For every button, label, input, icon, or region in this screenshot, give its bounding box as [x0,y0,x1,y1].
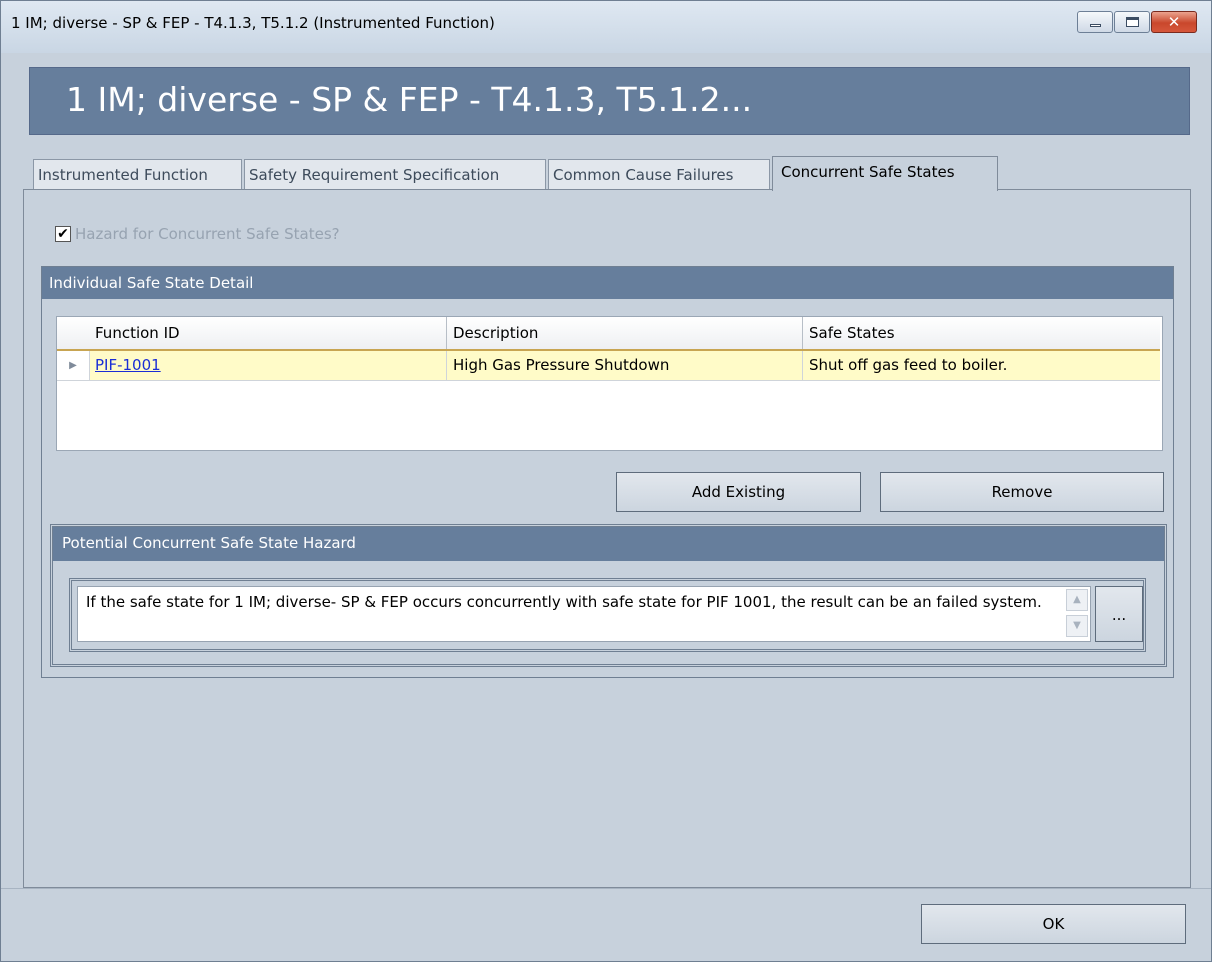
description-cell[interactable]: High Gas Pressure Shutdown [446,351,802,380]
close-button[interactable]: ✕ [1151,11,1197,33]
function-id-link[interactable]: PIF-1001 [95,356,161,374]
title-bar[interactable]: 1 IM; diverse - SP & FEP - T4.1.3, T5.1.… [1,1,1211,53]
tab-safety-requirement-specification[interactable]: Safety Requirement Specification [244,159,546,190]
tab-concurrent-safe-states[interactable]: Concurrent Safe States [772,156,998,191]
hazard-header: Potential Concurrent Safe State Hazard [53,527,1164,561]
minimize-button[interactable] [1077,11,1113,33]
close-icon: ✕ [1167,13,1181,31]
record-title: 1 IM; diverse - SP & FEP - T4.1.3, T5.1.… [66,80,753,119]
ok-button[interactable]: OK [921,904,1186,944]
hazard-text-frame: If the safe state for 1 IM; diverse- SP … [69,578,1146,652]
tab-common-cause-failures[interactable]: Common Cause Failures [548,159,770,190]
scroll-down-icon[interactable]: ▼ [1066,615,1088,637]
hazard-checkbox-label: Hazard for Concurrent Safe States? [75,225,340,243]
window-controls: ✕ [1076,11,1197,33]
safe-state-detail-header: Individual Safe State Detail [42,267,1173,299]
hazard-textarea[interactable]: If the safe state for 1 IM; diverse- SP … [77,586,1091,642]
tab-instrumented-function[interactable]: Instrumented Function [33,159,242,190]
safe-state-grid: Function ID Description Safe States ▶ PI… [56,316,1163,451]
column-description[interactable]: Description [446,317,802,349]
maximize-button[interactable] [1114,11,1150,33]
minimize-icon [1090,24,1101,27]
hazard-scrollbar[interactable]: ▲ ▼ [1066,589,1088,639]
safe-states-cell[interactable]: Shut off gas feed to boiler. [802,351,1160,380]
hazard-group: Potential Concurrent Safe State Hazard I… [50,524,1167,667]
window-title: 1 IM; diverse - SP & FEP - T4.1.3, T5.1.… [11,14,495,32]
grid-header: Function ID Description Safe States [57,317,1160,351]
hazard-checkbox[interactable]: ✔ [55,226,71,242]
row-indicator-icon: ▶ [57,351,90,380]
maximize-icon [1126,17,1139,27]
column-function-id[interactable]: Function ID [89,317,446,349]
add-existing-button[interactable]: Add Existing [616,472,861,512]
hazard-text: If the safe state for 1 IM; diverse- SP … [86,593,1042,611]
dialog-window: 1 IM; diverse - SP & FEP - T4.1.3, T5.1.… [0,0,1212,962]
function-id-cell: PIF-1001 [89,351,446,380]
remove-button[interactable]: Remove [880,472,1164,512]
ellipsis-button[interactable]: ... [1095,586,1143,642]
hazard-checkbox-row: ✔ Hazard for Concurrent Safe States? [55,225,340,243]
scroll-up-icon[interactable]: ▲ [1066,589,1088,611]
column-safe-states[interactable]: Safe States [802,317,1160,349]
record-banner: 1 IM; diverse - SP & FEP - T4.1.3, T5.1.… [29,67,1190,135]
table-row[interactable]: ▶ PIF-1001 High Gas Pressure Shutdown Sh… [57,351,1160,381]
footer-divider [1,888,1211,889]
